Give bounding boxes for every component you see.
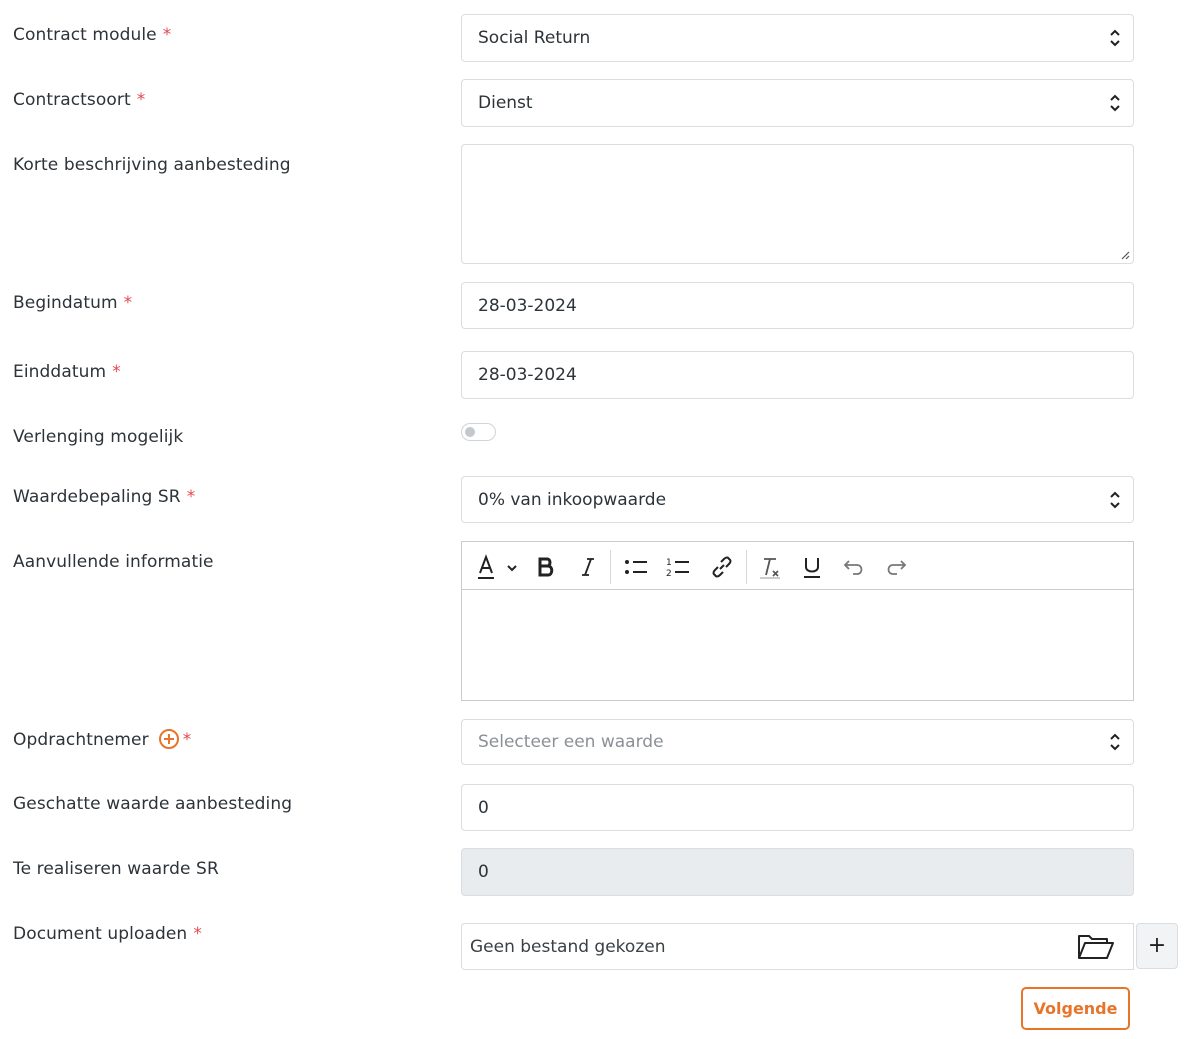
select-arrows-icon [1110, 733, 1120, 751]
add-opdrachtnemer-icon[interactable] [158, 729, 179, 749]
begindatum-label: Begindatum * [13, 293, 133, 313]
resize-grip-icon[interactable] [1120, 250, 1130, 260]
link-button[interactable] [704, 549, 740, 585]
einddatum-label: Einddatum * [13, 362, 121, 382]
select-arrows-icon [1110, 94, 1120, 112]
document-uploaden-label: Document uploaden * [13, 924, 202, 944]
geschatte-waarde-label: Geschatte waarde aanbesteding [13, 794, 293, 814]
korte-beschrijving-label: Korte beschrijving aanbesteding [13, 155, 291, 175]
contract-module-value: Social Return [478, 28, 591, 48]
te-realiseren-input: 0 [461, 848, 1134, 896]
required-marker: * [193, 924, 202, 944]
link-icon [712, 556, 732, 578]
required-marker: * [182, 730, 192, 750]
editor-toolbar: 12 [462, 542, 1133, 590]
select-arrows-icon [1110, 29, 1120, 47]
font-color-icon [478, 554, 517, 579]
clear-format-button[interactable] [752, 549, 788, 585]
te-realiseren-label: Te realiseren waarde SR [13, 859, 219, 879]
bold-icon [538, 557, 554, 577]
svg-text:2: 2 [666, 569, 672, 578]
bold-button[interactable] [528, 549, 564, 585]
geschatte-waarde-value: 0 [478, 797, 489, 818]
bullet-list-icon [625, 560, 647, 574]
waardebepaling-label: Waardebepaling SR * [13, 487, 196, 507]
begindatum-value: 28-03-2024 [478, 295, 577, 316]
contractsoort-label: Contractsoort * [13, 90, 146, 110]
required-marker: * [136, 90, 146, 110]
opdrachtnemer-label: Opdrachtnemer * [13, 729, 192, 750]
opdrachtnemer-placeholder: Selecteer een waarde [478, 732, 664, 752]
clear-format-icon [760, 558, 780, 579]
redo-button[interactable] [878, 549, 914, 585]
folder-open-icon[interactable] [1077, 932, 1115, 962]
underline-button[interactable] [794, 549, 830, 585]
te-realiseren-value: 0 [478, 862, 489, 882]
waardebepaling-select[interactable]: 0% van inkoopwaarde [461, 476, 1134, 523]
next-button[interactable]: Volgende [1021, 987, 1130, 1030]
toggle-knob [465, 427, 475, 437]
contract-module-label: Contract module * [13, 25, 172, 45]
toolbar-separator [610, 550, 611, 584]
add-document-button[interactable]: + [1136, 923, 1178, 969]
contractsoort-select[interactable]: Dienst [461, 79, 1134, 127]
aanvullende-informatie-editor[interactable]: 12 [461, 541, 1134, 701]
begindatum-input[interactable]: 28-03-2024 [461, 282, 1134, 329]
contractsoort-value: Dienst [478, 93, 533, 113]
einddatum-value: 28-03-2024 [478, 365, 577, 385]
redo-icon [887, 560, 907, 575]
contract-module-select[interactable]: Social Return [461, 14, 1134, 62]
verlenging-toggle[interactable] [461, 423, 496, 441]
svg-text:1: 1 [666, 558, 672, 568]
required-marker: * [186, 487, 196, 507]
waardebepaling-value: 0% van inkoopwaarde [478, 489, 667, 510]
einddatum-input[interactable]: 28-03-2024 [461, 351, 1134, 399]
korte-beschrijving-textarea[interactable] [461, 144, 1134, 264]
document-file-input[interactable]: Geen bestand gekozen [461, 923, 1134, 970]
file-status-text: Geen bestand gekozen [470, 936, 666, 957]
italic-button[interactable] [570, 549, 606, 585]
font-color-button[interactable] [472, 549, 524, 585]
required-marker: * [162, 25, 172, 45]
italic-icon [582, 558, 594, 576]
undo-button[interactable] [836, 549, 872, 585]
numbered-list-icon: 12 [666, 558, 689, 578]
opdrachtnemer-select[interactable]: Selecteer een waarde [461, 719, 1134, 765]
underline-icon [804, 558, 820, 578]
required-marker: * [112, 362, 121, 382]
bullet-list-button[interactable] [618, 549, 654, 585]
undo-icon [843, 560, 863, 575]
add-document-label: + [1147, 933, 1167, 958]
aanvullende-informatie-label: Aanvullende informatie [13, 552, 214, 572]
select-arrows-icon [1110, 491, 1120, 508]
required-marker: * [123, 293, 133, 313]
toolbar-separator [746, 550, 747, 584]
numbered-list-button[interactable]: 12 [660, 549, 696, 585]
geschatte-waarde-input[interactable]: 0 [461, 784, 1134, 831]
verlenging-label: Verlenging mogelijk [13, 427, 184, 447]
